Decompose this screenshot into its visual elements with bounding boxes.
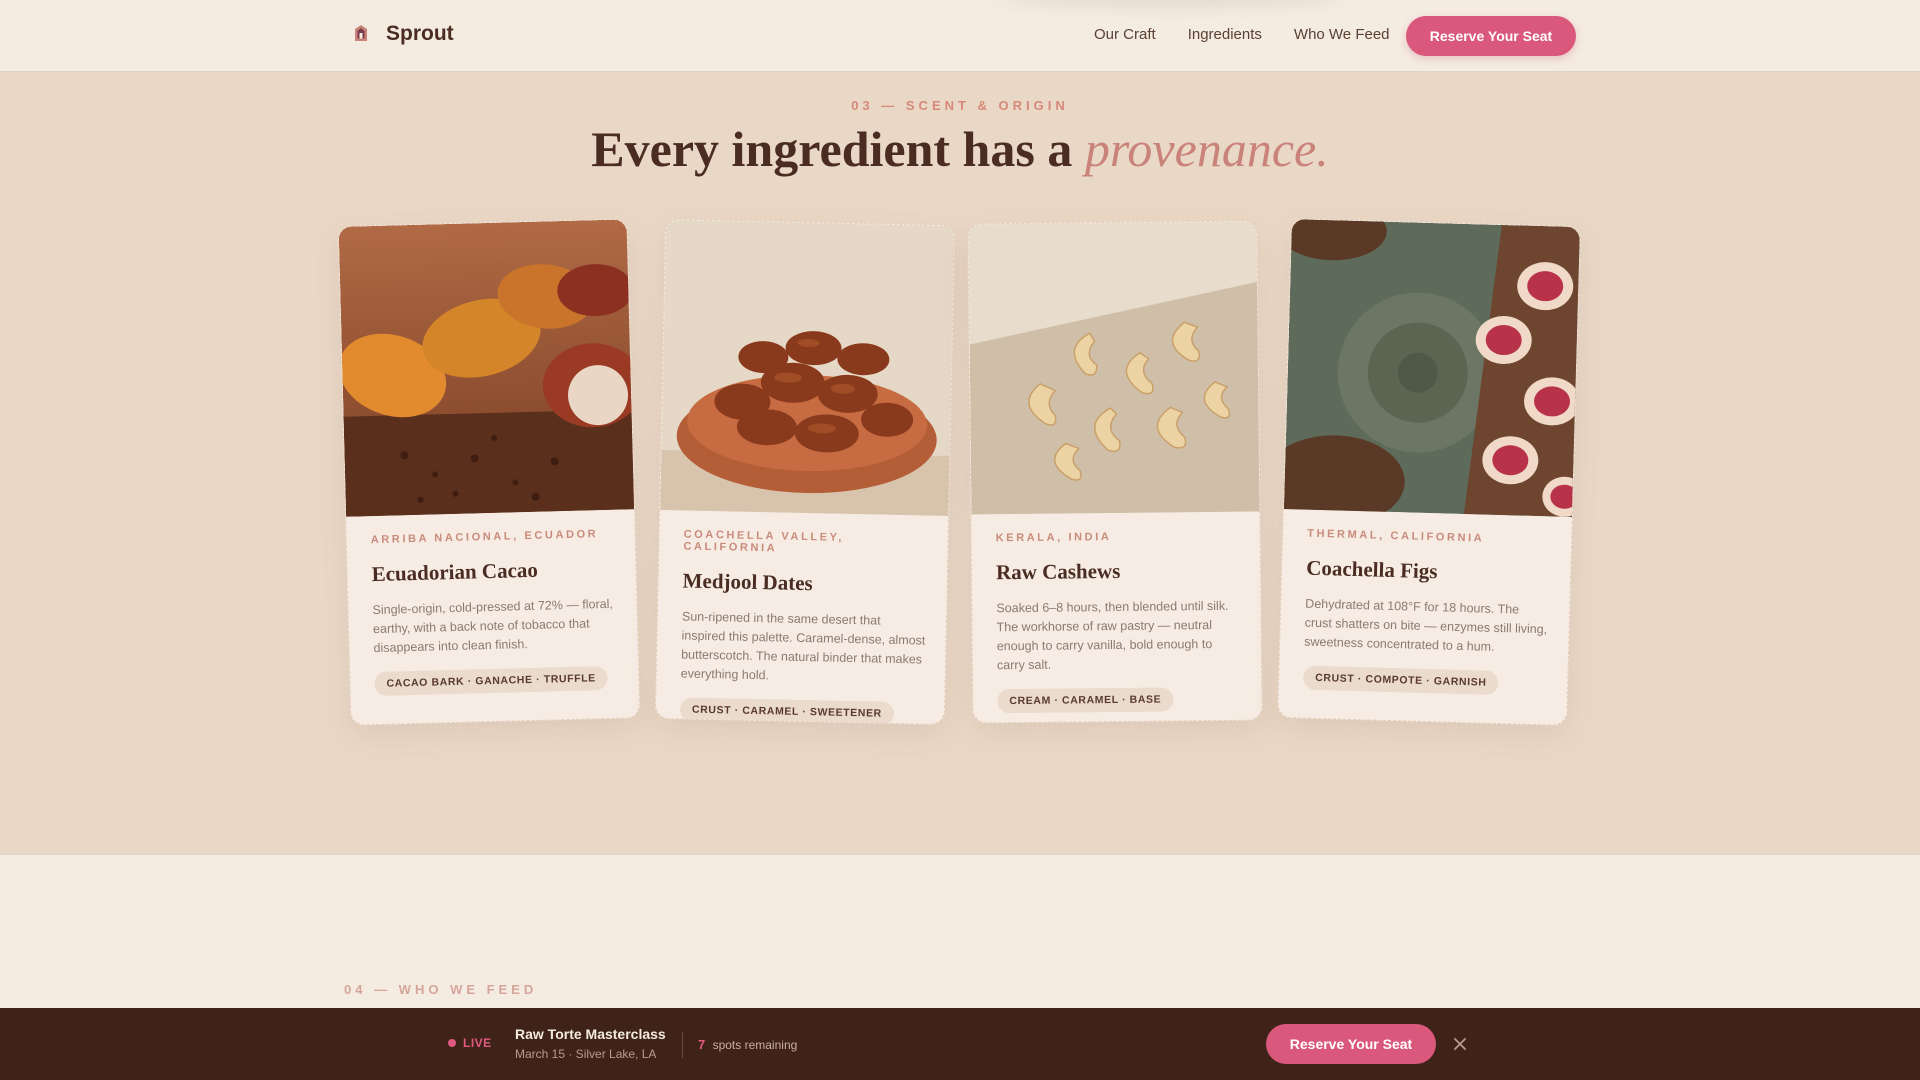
card-origin: Kerala, India — [995, 531, 1112, 545]
reserve-seat-button[interactable]: Reserve Your Seat — [1406, 16, 1576, 56]
card-description: Dehydrated at 108°F for 18 hours. The cr… — [1304, 596, 1548, 654]
card-tags: Crust · Compote · Garnish — [1302, 665, 1499, 696]
brand-name: Sprout — [386, 22, 454, 45]
card-title: Ecuadorian Cacao — [371, 557, 539, 587]
card-body: Thermal, California Coachella Figs Dehyd… — [1279, 509, 1574, 697]
headline-main: Every ingredient has a — [591, 121, 1073, 177]
card-origin: Coachella Valley, California — [683, 528, 845, 555]
card-tags: Cacao Bark · Ganache · Truffle — [374, 665, 609, 697]
card-title: Medjool Dates — [682, 568, 813, 596]
ingredient-card-figs[interactable]: Thermal, California Coachella Figs Dehyd… — [1277, 218, 1581, 726]
live-indicator: LIVE — [448, 1036, 492, 1050]
spots-count: 7 — [698, 1037, 706, 1052]
card-description: Soaked 6–8 hours, then blended until sil… — [996, 598, 1229, 673]
card-body: Arriba Nacional, Ecuador Ecuadorian Caca… — [346, 509, 640, 697]
card-body: Coachella Valley, California Medjool Dat… — [656, 510, 950, 725]
card-description: Sun-ripened in the same desert that insp… — [680, 609, 926, 683]
top-navbar: Sprout Our Craft Ingredients Who We Feed… — [0, 0, 1920, 72]
spots-remaining: 7 spots remaining — [698, 1037, 797, 1052]
section-label-who-we-feed: 04 — WHO WE FEED — [344, 982, 538, 997]
event-details: March 15 · Silver Lake, LA — [515, 1047, 657, 1061]
event-banner: LIVE Raw Torte Masterclass March 15 · Si… — [0, 1008, 1920, 1080]
nav-link-ingredients[interactable]: Ingredients — [1188, 26, 1262, 43]
nav-shadow-decoration — [1000, 0, 1340, 6]
sliced-figs-photo — [1283, 219, 1581, 518]
card-tags: Crust · Caramel · Sweetener — [679, 697, 895, 725]
cacao-pods-photo — [338, 219, 637, 517]
nav-link-who-we-feed[interactable]: Who We Feed — [1294, 26, 1390, 43]
live-dot-icon — [448, 1039, 456, 1047]
headline-accent: provenance. — [1084, 121, 1329, 177]
section-headline: Every ingredient has a provenance. — [0, 120, 1920, 178]
banner-reserve-seat-button[interactable]: Reserve Your Seat — [1266, 1024, 1436, 1064]
sprout-logo-icon — [355, 25, 367, 41]
ingredient-card-cashews[interactable]: Kerala, India Raw Cashews Soaked 6–8 hou… — [967, 220, 1263, 724]
nav-links: Our Craft Ingredients Who We Feed — [1094, 26, 1390, 43]
card-title: Raw Cashews — [995, 558, 1121, 585]
close-icon[interactable] — [1450, 1034, 1470, 1054]
banner-divider — [682, 1032, 683, 1058]
event-title: Raw Torte Masterclass — [515, 1026, 666, 1042]
raw-cashews-photo — [968, 221, 1262, 515]
spots-label: spots remaining — [712, 1038, 798, 1052]
ingredient-card-dates[interactable]: Coachella Valley, California Medjool Dat… — [654, 219, 956, 725]
ingredient-card-cacao[interactable]: Arriba Nacional, Ecuador Ecuadorian Caca… — [337, 218, 641, 726]
card-description: Single-origin, cold-pressed at 72% — flo… — [372, 596, 614, 656]
card-tags: Cream · Caramel · Base — [997, 687, 1174, 714]
medjool-dates-bowl-photo — [660, 220, 956, 517]
brand-logo[interactable]: Sprout — [350, 22, 454, 46]
card-origin: Arriba Nacional, Ecuador — [370, 528, 599, 547]
nav-link-our-craft[interactable]: Our Craft — [1094, 26, 1156, 43]
card-body: Kerala, India Raw Cashews Soaked 6–8 hou… — [971, 511, 1262, 714]
card-origin: Thermal, California — [1307, 527, 1485, 545]
section-eyebrow: 03 — SCENT & ORIGIN — [851, 98, 1069, 113]
card-title: Coachella Figs — [1305, 555, 1438, 584]
live-label: LIVE — [463, 1036, 492, 1050]
